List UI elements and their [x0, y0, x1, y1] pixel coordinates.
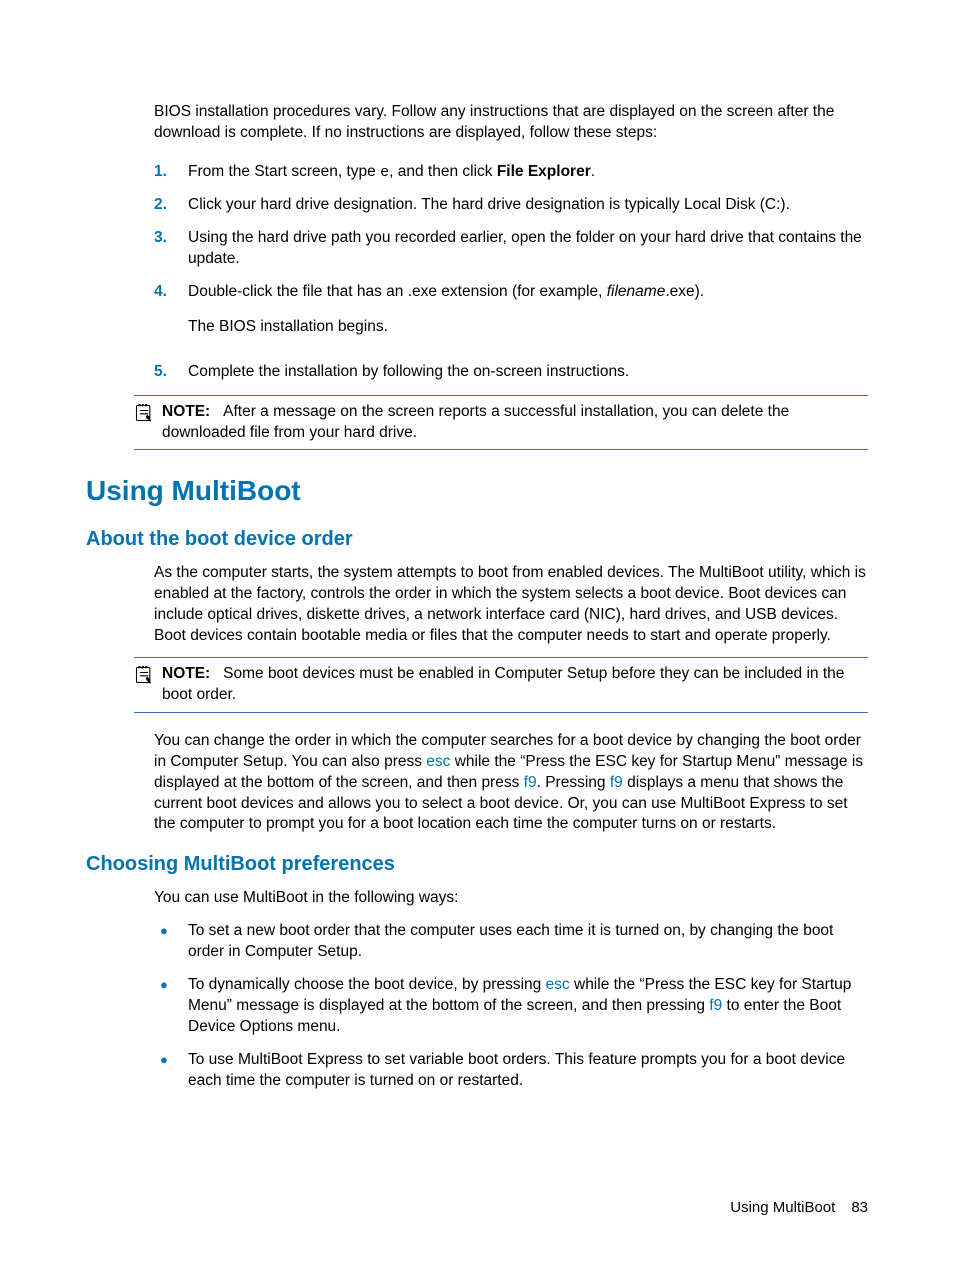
step-item: 3. Using the hard drive path you recorde…: [154, 228, 868, 270]
page-footer: Using MultiBoot 83: [730, 1198, 868, 1218]
bullet-icon: ●: [154, 975, 188, 995]
note-callout: NOTE: Some boot devices must be enabled …: [134, 657, 868, 713]
note-icon: [134, 665, 156, 692]
note-callout: NOTE: After a message on the screen repo…: [134, 395, 868, 451]
step-followup: The BIOS installation begins.: [188, 317, 868, 338]
step-item: 2. Click your hard drive designation. Th…: [154, 195, 868, 216]
bullet-list: ● To set a new boot order that the compu…: [154, 921, 868, 1091]
step-number: 5.: [154, 362, 188, 383]
step-item: 5. Complete the installation by followin…: [154, 362, 868, 383]
note-icon: [134, 403, 156, 430]
step-number: 3.: [154, 228, 188, 249]
list-item: ● To set a new boot order that the compu…: [154, 921, 868, 963]
step-text: From the Start screen, type e, and then …: [188, 162, 868, 183]
list-item-text: To set a new boot order that the compute…: [188, 921, 868, 963]
ordered-steps: 1. From the Start screen, type e, and th…: [154, 162, 868, 383]
intro-paragraph: BIOS installation procedures vary. Follo…: [154, 102, 868, 144]
step-number: 1.: [154, 162, 188, 183]
footer-section-title: Using MultiBoot: [730, 1199, 835, 1216]
list-item: ● To use MultiBoot Express to set variab…: [154, 1050, 868, 1092]
body-paragraph: You can change the order in which the co…: [154, 731, 868, 836]
body-paragraph: As the computer starts, the system attem…: [154, 563, 868, 647]
body-paragraph: You can use MultiBoot in the following w…: [154, 888, 868, 909]
step-text: Complete the installation by following t…: [188, 362, 868, 383]
step-text: Using the hard drive path you recorded e…: [188, 228, 868, 270]
bullet-icon: ●: [154, 921, 188, 941]
list-item: ● To dynamically choose the boot device,…: [154, 975, 868, 1038]
step-number: 2.: [154, 195, 188, 216]
heading-2: Choosing MultiBoot preferences: [86, 851, 868, 878]
list-item-text: To dynamically choose the boot device, b…: [188, 975, 868, 1038]
heading-1: Using MultiBoot: [86, 472, 868, 510]
note-body: NOTE: Some boot devices must be enabled …: [162, 664, 868, 706]
step-text: Double-click the file that has an .exe e…: [188, 282, 868, 350]
bullet-icon: ●: [154, 1050, 188, 1070]
heading-2: About the boot device order: [86, 526, 868, 553]
document-page: BIOS installation procedures vary. Follo…: [0, 0, 954, 1270]
list-item-text: To use MultiBoot Express to set variable…: [188, 1050, 868, 1092]
step-item: 4. Double-click the file that has an .ex…: [154, 282, 868, 350]
step-number: 4.: [154, 282, 188, 303]
page-number: 83: [851, 1199, 868, 1216]
step-item: 1. From the Start screen, type e, and th…: [154, 162, 868, 183]
note-body: NOTE: After a message on the screen repo…: [162, 402, 868, 444]
step-text: Click your hard drive designation. The h…: [188, 195, 868, 216]
